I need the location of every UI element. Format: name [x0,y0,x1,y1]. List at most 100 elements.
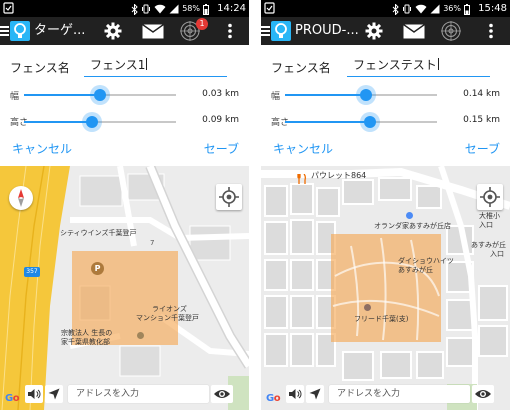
eye-icon [475,390,491,398]
gear-icon[interactable] [365,22,383,40]
my-location-button[interactable] [216,184,242,210]
volume-button[interactable] [25,385,43,403]
signal-icon [169,4,179,14]
width-slider-fill [285,94,366,96]
menu-icon[interactable] [0,25,9,37]
gear-icon[interactable] [104,22,122,40]
cancel-button[interactable]: キャンセル [12,140,72,157]
address-input[interactable]: アドレスを入力 [68,385,209,403]
google-logo: Go [266,393,281,404]
more-vert-icon[interactable] [227,23,233,39]
battery-level: 58% [182,4,200,13]
my-location-button[interactable] [477,184,503,210]
width-slider-thumb[interactable] [355,85,376,105]
map-view[interactable]: P シティウインズ千葉登戸 7 ライオンズ マンション千葉登戸 宗教法人 生長の… [0,166,249,410]
map-label-number: 7 [150,239,155,247]
crosshair-icon [219,187,239,207]
map-label-asumi-2: 入口 [490,250,504,258]
wifi-icon [154,4,166,14]
eye-icon [214,390,230,398]
more-vert-icon[interactable] [488,23,494,39]
parking-icon: P [91,262,104,275]
height-slider[interactable] [285,112,437,132]
height-value: 0.15 km [463,115,500,125]
map-view[interactable]: パウレット864 オランダ家あすみが丘店 ダイショウハイツ あすみが丘 フリード… [261,166,510,410]
phone-screen-left: 58% 14:24 ターゲ... 1 フェンス名 フェンス1 幅 0.03 km… [0,0,249,410]
fence-form: フェンス名 フェンス1 幅 0.03 km 高さ 0.09 km キャンセル セ… [0,45,249,166]
map-label-religious-1: 宗教法人 生長の [61,329,113,337]
action-bar: ターゲ... 1 [0,17,249,45]
place-marker-icon [364,304,371,311]
height-slider-thumb[interactable] [82,112,103,132]
radar-icon[interactable] [441,21,461,41]
map-label-oshi-2: 入口 [479,221,493,229]
phone-screen-right: 36% 15:48 PROUD-... フェンス名 フェンステスト 幅 0.14… [261,0,510,410]
bluetooth-icon [131,3,138,15]
fence-name-value: フェンス1 [90,58,146,72]
height-slider-fill [285,121,371,123]
map-label-religious-2: 家千葉県教化部 [61,338,110,346]
width-slider-thumb[interactable] [90,85,110,105]
mail-icon[interactable] [403,24,425,39]
navigate-button[interactable] [306,385,324,403]
map-label-daishowa-1: ダイショウハイツ [398,257,454,265]
speaker-icon [289,389,302,399]
fence-name-input[interactable]: フェンステスト [347,55,490,77]
battery-level: 36% [443,4,461,13]
status-time: 15:48 [478,3,507,14]
app-logo-icon[interactable] [10,21,30,41]
mail-icon[interactable] [142,24,164,39]
width-slider-fill [24,94,100,96]
status-bar: 36% 15:48 [261,0,510,17]
height-slider[interactable] [24,112,176,132]
map-label-freed: フリード千葉(支) [354,315,409,323]
width-value: 0.03 km [202,89,239,99]
action-bar: PROUD-... [261,17,510,45]
compass-icon [18,189,24,207]
navigate-button[interactable] [45,385,63,403]
fence-name-input[interactable]: フェンス1 [84,55,227,77]
map-label-daishowa-2: あすみが丘 [398,266,433,274]
navigation-arrow-icon [309,388,321,400]
google-logo: Go [5,393,20,404]
width-slider[interactable] [285,85,437,105]
app-logo-icon[interactable] [271,21,291,41]
notification-badge: 1 [196,18,208,30]
cancel-button[interactable]: キャンセル [273,140,333,157]
height-slider-thumb[interactable] [360,112,381,132]
status-time: 14:24 [217,3,246,14]
restaurant-icon [297,170,307,184]
battery-icon [464,3,470,15]
crosshair-icon [480,187,500,207]
visibility-button[interactable] [211,385,233,403]
text-caret [146,58,148,70]
save-button[interactable]: セーブ [465,140,500,157]
map-label-pauletto: パウレット864 [311,171,367,180]
map-label-oshi-1: 大椎小 [479,212,500,220]
app-notification-icon [264,2,275,14]
map-label-orange: オランダ家あすみが丘店 [374,222,451,230]
width-label: 幅 [10,92,20,102]
fence-name-value: フェンステスト [353,58,437,72]
battery-icon [203,3,209,15]
fence-form: フェンス名 フェンステスト 幅 0.14 km 高さ 0.15 km キャンセル… [261,45,510,166]
text-caret [437,58,439,70]
map-label-lions-2: マンション千葉登戸 [136,314,199,322]
compass-button[interactable] [9,186,33,210]
save-button[interactable]: セーブ [204,140,239,157]
volume-button[interactable] [286,385,304,403]
app-notification-icon [3,2,14,14]
vibrate-icon [402,4,412,14]
map-label-city-wings: シティウインズ千葉登戸 [60,229,137,237]
map-label-asumi-1: あすみが丘 [471,241,506,249]
app-title: PROUD-... [295,23,359,38]
address-input[interactable]: アドレスを入力 [329,385,470,403]
visibility-button[interactable] [472,385,494,403]
width-slider[interactable] [24,85,176,105]
app-title: ターゲ... [34,23,86,38]
shop-marker-icon [406,212,413,219]
menu-icon[interactable] [261,25,270,37]
fence-name-label: フェンス名 [10,61,70,75]
route-shield: 357 [24,267,40,277]
status-bar: 58% 14:24 [0,0,249,17]
